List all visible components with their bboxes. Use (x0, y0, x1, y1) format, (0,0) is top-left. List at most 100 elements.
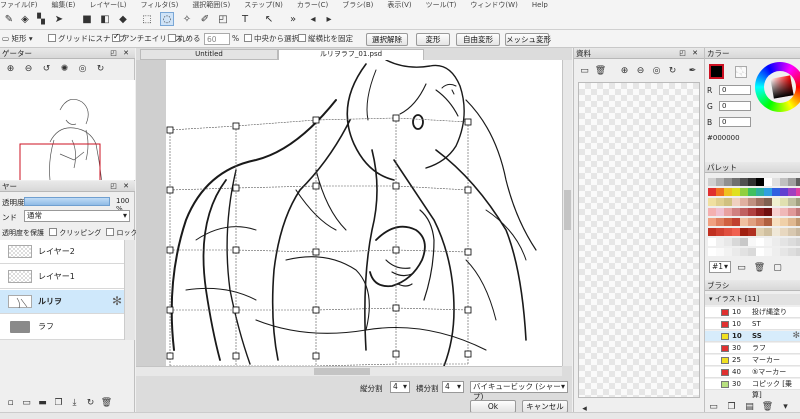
round-checkbox[interactable]: 丸める (168, 33, 201, 45)
copy-layer-icon[interactable]: ❐ (52, 396, 65, 409)
palette-new-icon[interactable]: ▢ (771, 261, 784, 274)
palette-swatch[interactable] (788, 228, 796, 236)
palette-swatch[interactable] (780, 208, 788, 216)
palette-swatch[interactable] (756, 178, 764, 186)
palette-swatch[interactable] (764, 238, 772, 246)
palette-swatch[interactable] (724, 188, 732, 196)
palette-swatch[interactable] (788, 188, 796, 196)
palette-swatch[interactable] (780, 178, 788, 186)
palette-swatch[interactable] (724, 198, 732, 206)
palette-swatch[interactable] (796, 188, 800, 196)
palette-swatch[interactable] (716, 178, 724, 186)
palette-swatch[interactable] (780, 228, 788, 236)
palette-swatch[interactable] (772, 178, 780, 186)
rotate-right-icon[interactable]: ↻ (94, 62, 107, 75)
palette-swatch[interactable] (748, 248, 756, 256)
ratio-checkbox[interactable]: 縦横比を固定 (298, 33, 353, 45)
palette-swatch[interactable] (732, 228, 740, 236)
brush-row-ss[interactable]: 10 SS ✻ (705, 331, 800, 342)
palette-swatch[interactable] (788, 248, 796, 256)
palette-swatch[interactable] (772, 238, 780, 246)
palette-swatch[interactable] (748, 238, 756, 246)
select-pen-icon[interactable]: ✐ (198, 12, 212, 26)
g-value-input[interactable]: 0 (719, 101, 751, 111)
palette-swatch[interactable] (740, 178, 748, 186)
palette-swatch[interactable] (724, 178, 732, 186)
palette-swatch[interactable] (756, 188, 764, 196)
layer-row-layer1[interactable]: レイヤー1 (0, 265, 124, 289)
brush-row-copic[interactable]: 30 コピック [乗算] (705, 379, 800, 399)
palette-swatch[interactable] (788, 238, 796, 246)
palette-swatch[interactable] (724, 228, 732, 236)
hscroll-thumb[interactable] (314, 368, 370, 375)
palette-swatch[interactable] (708, 198, 716, 206)
palette-swatch[interactable] (708, 238, 716, 246)
color-swatch-icon[interactable]: ◆ (116, 12, 130, 26)
palette-swatch[interactable] (740, 208, 748, 216)
toolbar-more-icon[interactable]: » (286, 12, 300, 26)
foreground-color-swatch[interactable] (709, 64, 724, 79)
palette-swatch[interactable] (740, 188, 748, 196)
palette-swatch[interactable] (764, 198, 772, 206)
palette-swatch[interactable] (716, 238, 724, 246)
palette-swatch[interactable] (716, 228, 724, 236)
rect-select-icon[interactable]: ⬚ (140, 12, 154, 26)
lock-checkbox[interactable] (106, 228, 115, 236)
magic-wand-icon[interactable]: ✧ (180, 12, 194, 26)
palette-swatch[interactable] (708, 188, 716, 196)
palette-swatch[interactable] (708, 208, 716, 216)
palette-swatch[interactable] (772, 248, 780, 256)
palette-swatch[interactable] (796, 238, 800, 246)
palette-swatch[interactable] (732, 208, 740, 216)
brush-row-marker[interactable]: 25 マーカー (705, 355, 800, 366)
new-vector-layer-icon[interactable]: ▭ (20, 396, 33, 409)
palette-swatch[interactable] (756, 198, 764, 206)
hue-wheel[interactable] (755, 62, 800, 112)
palette-swatch[interactable] (780, 238, 788, 246)
operation-tool-icon[interactable]: ↖ (262, 12, 276, 26)
palette-swatch[interactable] (732, 178, 740, 186)
round-value-input[interactable]: 60 (204, 33, 230, 45)
brush-row-lasso-fill[interactable]: 10 投げ縄塗り (705, 307, 800, 318)
select-eraser-icon[interactable]: ◰ (216, 12, 230, 26)
vscroll-thumb[interactable] (564, 190, 571, 230)
palette-swatch[interactable] (772, 208, 780, 216)
palette-swatch[interactable] (716, 188, 724, 196)
palette-swatch[interactable] (796, 198, 800, 206)
palette-swatch[interactable] (764, 228, 772, 236)
layer-row-rough-folder[interactable]: ラフ (0, 315, 124, 340)
tab-ruriwo-psd[interactable]: ルリヲラフ_01.psd (278, 49, 424, 60)
tab-untitled[interactable]: Untitled (140, 49, 278, 60)
palette-swatch[interactable] (716, 198, 724, 206)
palette-swatch[interactable] (716, 218, 724, 226)
palette-swatch[interactable] (780, 218, 788, 226)
hdiv-select[interactable]: 4 (442, 381, 464, 393)
palette-swatch[interactable] (780, 198, 788, 206)
open-material-icon[interactable]: ▭ (578, 64, 591, 77)
deselect-button[interactable]: 選択解除 (366, 33, 408, 46)
delete-layer-icon[interactable]: 🗑 (100, 396, 113, 409)
palette-swatch[interactable] (780, 188, 788, 196)
brush-row-rough[interactable]: 30 ラフ (705, 343, 800, 354)
zoom-out-icon[interactable]: ⊖ (22, 62, 35, 75)
blend-mode-select[interactable]: 通常 (24, 210, 130, 222)
palette-swatch[interactable] (756, 228, 764, 236)
brush-row-marker-5[interactable]: 40 ⑤マーカー (705, 367, 800, 378)
vdiv-select[interactable]: 4 (390, 381, 410, 393)
palette-swatch[interactable] (748, 198, 756, 206)
interpolation-select[interactable]: バイキュービック (シャープ) (470, 381, 568, 401)
gradient-tool-icon[interactable]: ◧ (98, 12, 112, 26)
palette-swatch[interactable] (764, 208, 772, 216)
material-view[interactable] (578, 82, 700, 398)
palette-swatch[interactable] (716, 208, 724, 216)
gear-icon[interactable]: ✻ (112, 294, 122, 308)
move-tool-icon[interactable]: ➤ (52, 12, 66, 26)
brush-group-row[interactable]: ▾ イラスト [11] (705, 294, 800, 305)
palette-swatch[interactable] (796, 248, 800, 256)
palette-swatch[interactable] (788, 198, 796, 206)
palette-swatch[interactable] (796, 208, 800, 216)
navigator-preview[interactable] (0, 80, 135, 199)
clipping-checkbox[interactable] (49, 228, 58, 236)
transparent-color-swatch[interactable] (735, 66, 747, 78)
palette-swatch[interactable] (756, 208, 764, 216)
